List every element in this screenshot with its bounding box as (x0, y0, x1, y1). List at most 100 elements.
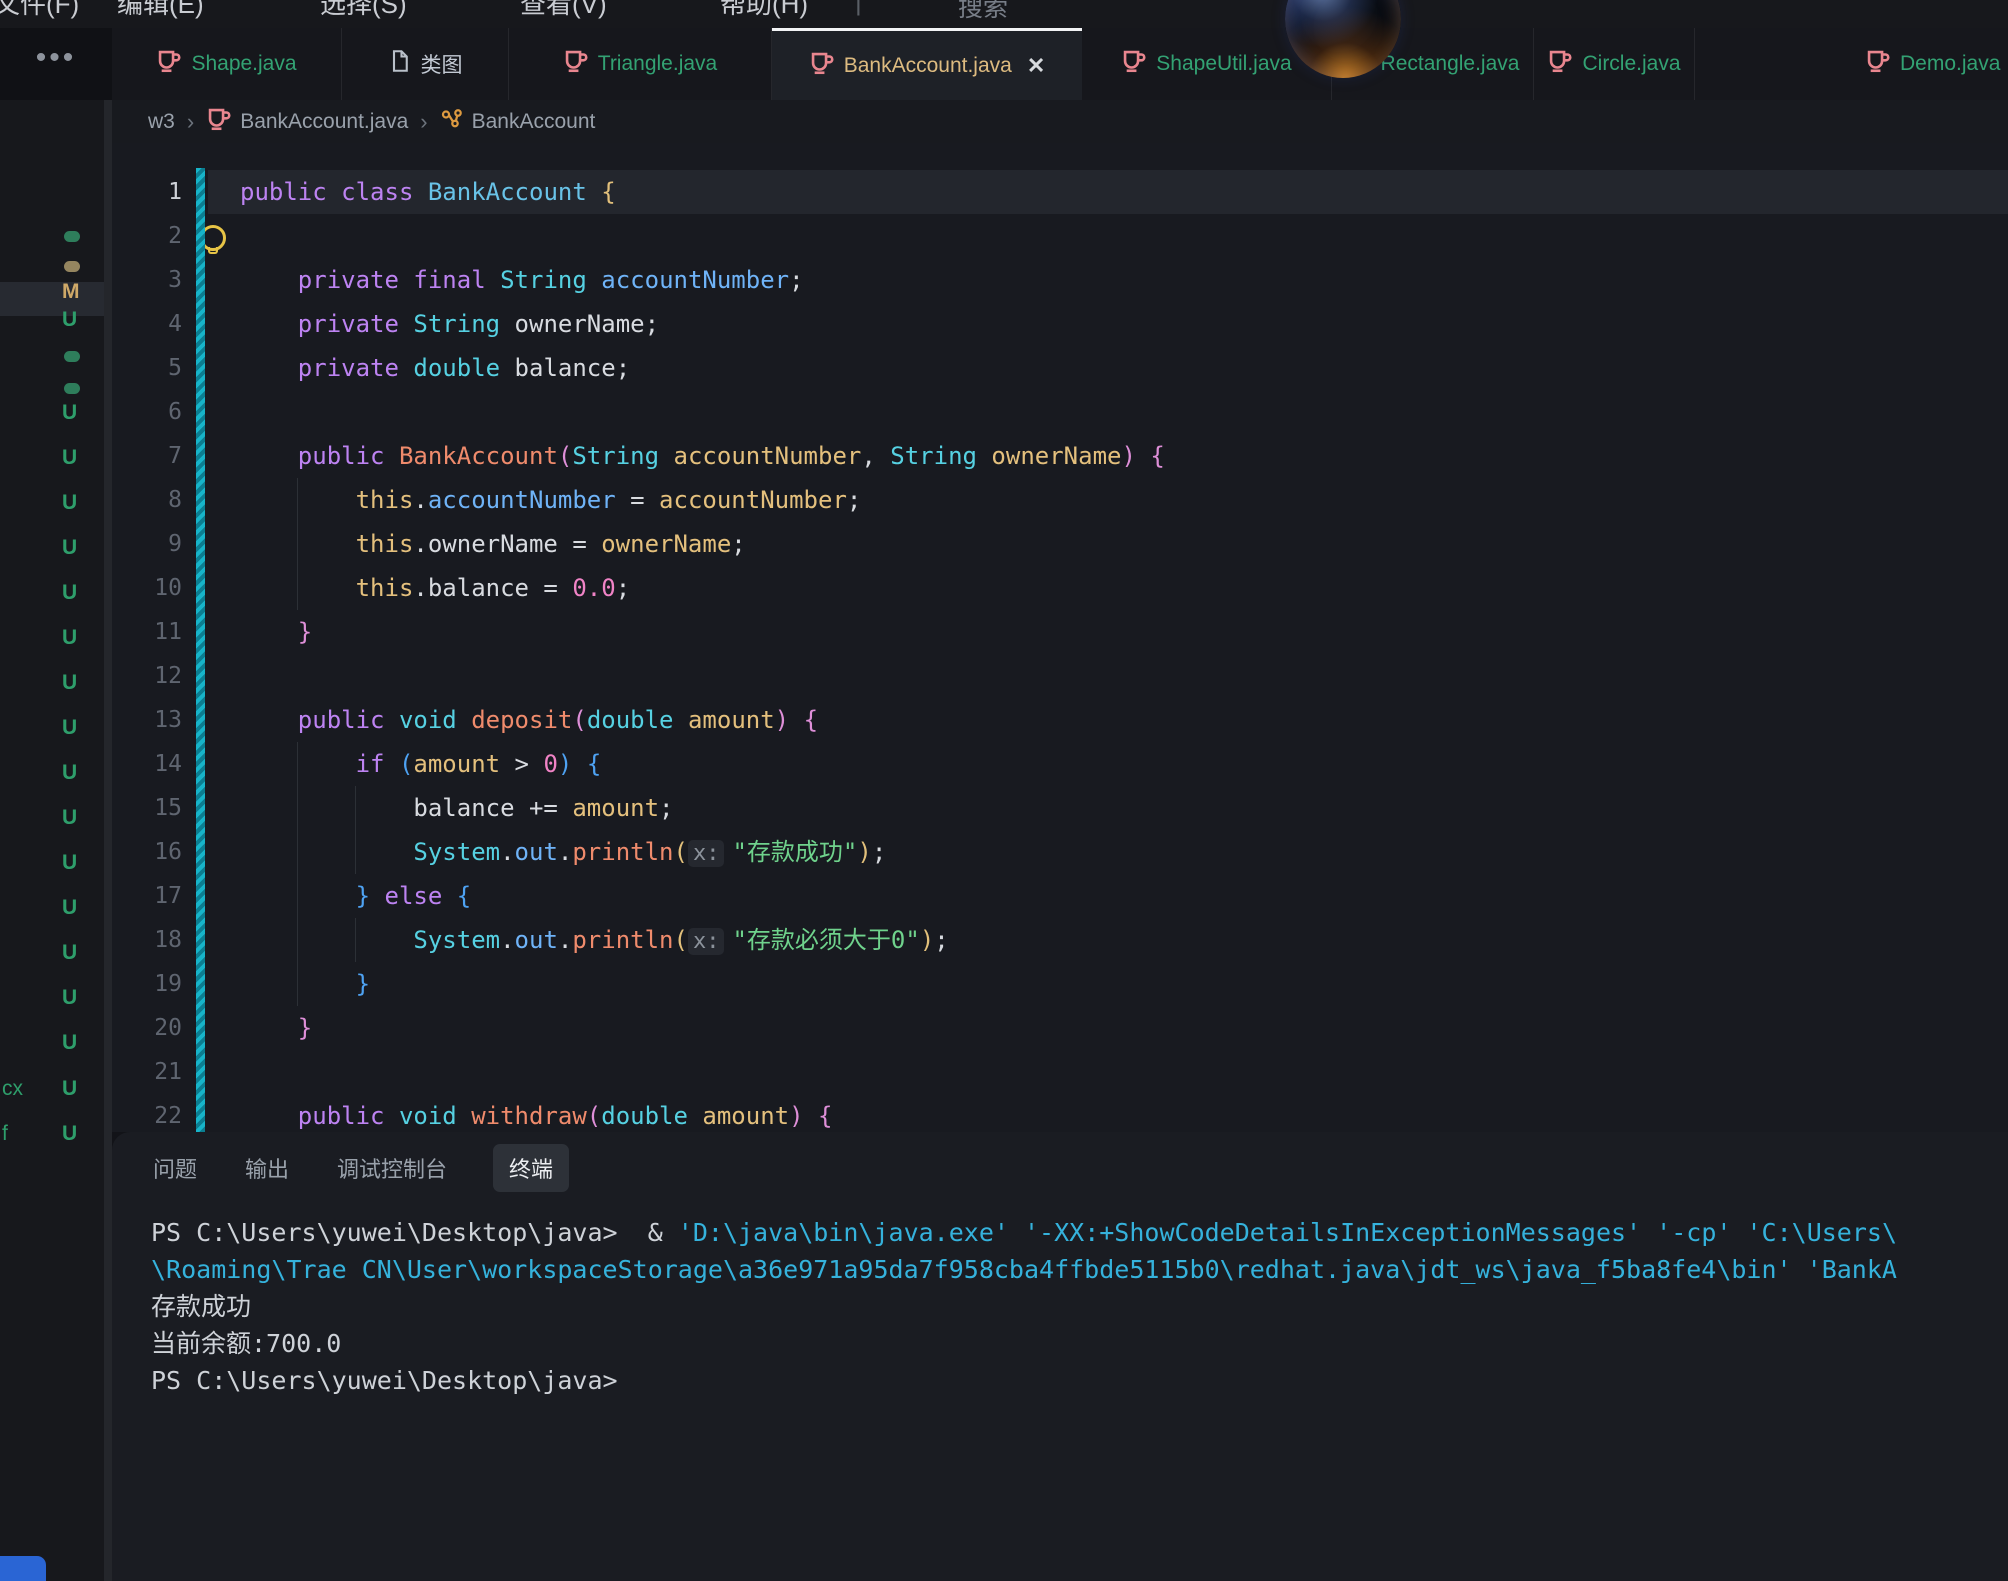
terminal-output[interactable]: PS C:\Users\yuwei\Desktop\java> & 'D:\ja… (151, 1214, 2008, 1581)
git-status-dot (64, 351, 80, 362)
terminal-line: PS C:\Users\yuwei\Desktop\java> (151, 1362, 2008, 1399)
java-cup-icon (1547, 48, 1573, 80)
line-number: 3 (112, 258, 182, 302)
tab-shape-java[interactable]: Shape.java (112, 28, 342, 100)
git-modified-gutter (196, 168, 205, 1132)
panel-tab-输出[interactable]: 输出 (243, 1144, 291, 1192)
git-status-untracked: U (62, 986, 77, 1010)
terminal-line: \Roaming\Trae CN\User\workspaceStorage\a… (151, 1251, 2008, 1288)
breadcrumb-item-bankaccount-java[interactable]: BankAccount.java (206, 106, 408, 138)
panel-tab-终端[interactable]: 终端 (493, 1144, 569, 1192)
code-line-9: this.ownerName = ownerName; (240, 522, 746, 566)
git-status-dot (64, 261, 80, 272)
terminal-line: 当前余额:700.0 (151, 1325, 2008, 1362)
sidebar-divider[interactable] (104, 100, 112, 1581)
explorer-file-label[interactable]: cx (2, 1077, 23, 1101)
terminal-quoted-path: 'C:\Users\ (1747, 1218, 1898, 1247)
git-status-untracked: U (62, 896, 77, 920)
breadcrumb-label: w3 (148, 110, 175, 134)
git-status-dot (64, 383, 80, 394)
git-status-untracked: U (62, 851, 77, 875)
terminal-text: PS C:\Users\yuwei\Desktop\java> (151, 1366, 618, 1395)
code-line-8: this.accountNumber = accountNumber; (240, 478, 861, 522)
tab-label: Shape.java (191, 52, 296, 76)
ide-window: 文件(F)编辑(E)选择(S)查看(V)帮助(H)|搜索 ••• Shape.j… (0, 0, 2008, 1581)
tab-label: BankAccount.java (844, 54, 1012, 78)
code-line-17: } else { (240, 874, 471, 918)
line-number: 7 (112, 434, 182, 478)
line-number: 15 (112, 786, 182, 830)
breadcrumb-chevron-icon: › (420, 109, 427, 135)
line-number: 1 (112, 170, 182, 214)
code-line-14: if (amount > 0) { (240, 742, 601, 786)
indent-guide (355, 918, 356, 962)
panel-tab-调试控制台[interactable]: 调试控制台 (335, 1144, 449, 1192)
file-icon (388, 49, 412, 79)
terminal-quoted-path: 'D:\java\bin\java.exe' (678, 1218, 1009, 1247)
menu-item-文件-f[interactable]: 文件(F) (0, 0, 79, 21)
tab-label: Demo.java (1900, 52, 2000, 76)
line-number: 8 (112, 478, 182, 522)
git-status-untracked: U (62, 401, 77, 425)
menu-item-查看-v[interactable]: 查看(V) (520, 0, 607, 21)
tab-label: Circle.java (1582, 52, 1680, 76)
terminal-text (1009, 1218, 1024, 1247)
git-status-untracked: U (62, 1077, 77, 1101)
line-number: 13 (112, 698, 182, 742)
code-line-10: this.balance = 0.0; (240, 566, 630, 610)
explorer-row-highlight[interactable] (0, 282, 104, 316)
menu-item-选择-s[interactable]: 选择(S) (320, 0, 407, 21)
terminal-text (1641, 1218, 1656, 1247)
menu-item-帮助-h[interactable]: 帮助(H) (720, 0, 808, 21)
panel-tab-问题[interactable]: 问题 (151, 1144, 199, 1192)
git-status-untracked: U (62, 491, 77, 515)
terminal-text: 当前余额:700.0 (151, 1329, 341, 1358)
terminal-text: PS C:\Users\yuwei\Desktop\java> & (151, 1218, 678, 1247)
code-line-11: } (240, 610, 312, 654)
java-cup-icon (206, 106, 232, 138)
inlay-hint: x: (688, 928, 725, 955)
indent-guide (297, 742, 298, 1006)
tab-overflow-zone: ••• (0, 28, 112, 100)
tab-label: Rectangle.java (1381, 52, 1520, 76)
git-status-modified: M (62, 280, 80, 304)
git-status-dot (64, 231, 80, 242)
terminal-line: 存款成功 (151, 1288, 2008, 1325)
git-status-untracked: U (62, 536, 77, 560)
line-number: 22 (112, 1094, 182, 1132)
tab-circle-java[interactable]: Circle.java (1534, 28, 1695, 100)
git-status-untracked: U (62, 761, 77, 785)
java-cup-icon (1121, 48, 1147, 80)
file-explorer-edge[interactable]: MUUUUUUUUUUUUUUUUUcxUf (0, 100, 104, 1581)
code-line-3: private final String accountNumber; (240, 258, 804, 302)
tab-label: 类图 (421, 49, 463, 79)
git-status-untracked: U (62, 671, 77, 695)
code-line-1: public class BankAccount { (240, 170, 616, 214)
more-actions-icon[interactable]: ••• (36, 53, 77, 63)
tab-demo-java[interactable]: Demo.java (1695, 28, 2008, 100)
breadcrumb-item-bankaccount[interactable]: BankAccount (440, 107, 596, 137)
indent-guide (297, 478, 298, 610)
inlay-hint: x: (688, 840, 725, 867)
menu-item-编辑-e[interactable]: 编辑(E) (117, 0, 204, 21)
line-number: 20 (112, 1006, 182, 1050)
terminal-quoted-path: \Roaming\Trae CN\User\workspaceStorage\a… (151, 1255, 1897, 1284)
tab-bankaccount-java[interactable]: BankAccount.java ✕ (772, 28, 1082, 100)
tab-triangle-java[interactable]: Triangle.java (509, 28, 772, 100)
remote-indicator-badge[interactable] (0, 1556, 46, 1581)
bottom-panel: 问题输出调试控制台终端 PS C:\Users\yuwei\Desktop\ja… (112, 1132, 2008, 1581)
git-status-untracked: U (62, 308, 77, 332)
search-label[interactable]: 搜索 (958, 0, 1008, 24)
code-editor[interactable]: 1public class BankAccount {23 private fi… (112, 143, 2008, 1132)
class-symbol-icon (440, 107, 464, 137)
breadcrumb-item-w3[interactable]: w3 (148, 110, 175, 134)
git-status-untracked: U (62, 716, 77, 740)
terminal-quoted-path: '-cp' (1656, 1218, 1731, 1247)
explorer-file-label[interactable]: f (2, 1122, 8, 1146)
line-number: 19 (112, 962, 182, 1006)
git-status-untracked: U (62, 806, 77, 830)
tab-类图[interactable]: 类图 (342, 28, 509, 100)
code-line-15: balance += amount; (240, 786, 674, 830)
git-status-untracked: U (62, 1031, 77, 1055)
tab-close-icon[interactable]: ✕ (1027, 53, 1045, 79)
